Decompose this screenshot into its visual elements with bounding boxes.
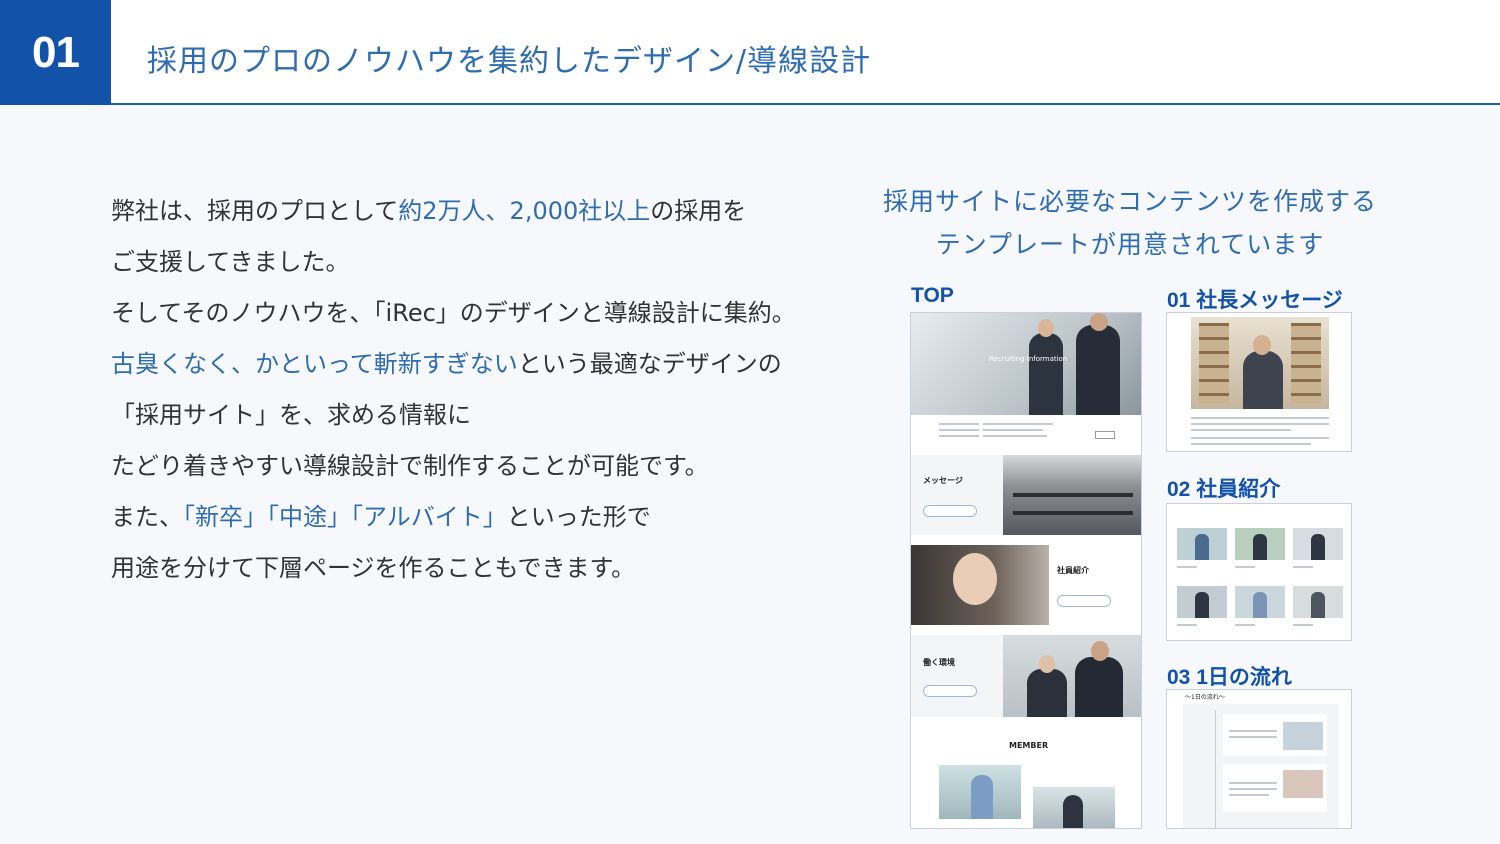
mock-flow-title: ～1日の流れ～ [1185, 694, 1225, 701]
body-line: たどり着きやすい導線設計で制作することが可能です。 [111, 441, 851, 492]
body-line: 「採用サイト」を、求める情報に [111, 390, 851, 441]
highlight-text: 約2万人、2,000社以上 [398, 197, 651, 225]
body-line: また、「新卒」「中途」「アルバイト」といった形で [111, 492, 851, 543]
daily-flow-page-screenshot: ～1日の流れ～ [1166, 689, 1352, 829]
body-text-run: たどり着きやすい導線設計で制作することが可能です。 [111, 452, 709, 480]
section-3-label: 03 1日の流れ [1167, 666, 1292, 689]
president-photo [1191, 317, 1329, 409]
staff-photo [911, 545, 1049, 625]
template-heading-line-2: テンプレートが用意されています [935, 230, 1325, 259]
office-photo [1003, 455, 1141, 535]
section-1-label: 01 社長メッセージ [1167, 289, 1343, 312]
hero-photo: Recruiting Information [911, 313, 1141, 415]
body-text-run: の採用を [650, 197, 747, 225]
body-text-run: という最適なデザインの [517, 350, 782, 378]
mock-message: メッセージ [923, 476, 963, 485]
body-line: 古臭くなく、かといって斬新すぎないという最適なデザインの [111, 339, 851, 390]
section-number: 01 [0, 0, 111, 105]
environment-photo [1003, 635, 1141, 717]
section-2-label: 02 社員紹介 [1167, 478, 1281, 501]
body-line: 弊社は、採用のプロとして約2万人、2,000社以上の採用を [111, 186, 851, 237]
member-photo-2 [1033, 787, 1115, 828]
body-text: 弊社は、採用のプロとして約2万人、2,000社以上の採用をご支援してきました。そ… [111, 186, 851, 594]
mock-environment: 働く環境 [923, 658, 955, 667]
template-heading-line-1: 採用サイトに必要なコンテンツを作成する [882, 187, 1377, 216]
highlight-text: 「新卒」「中途」「アルバイト」 [183, 503, 507, 531]
body-text-run: 「採用サイト」を、求める情報に [111, 401, 471, 429]
mock-staff: 社員紹介 [1057, 566, 1089, 575]
body-text-run: 用途を分けて下層ページを作ることもできます。 [111, 554, 636, 582]
member-photo-1 [939, 765, 1021, 819]
mock-member: MEMBER [1009, 741, 1049, 750]
top-label: TOP [911, 284, 954, 307]
page-title: 採用のプロのノウハウを集約したデザイン/導線設計 [147, 44, 872, 79]
body-line: そしてそのノウハウを、「iRec」のデザインと導線設計に集約。 [111, 288, 851, 339]
body-text-run: ご支援してきました。 [111, 248, 350, 276]
highlight-text: 古臭くなく、かといって斬新すぎない [111, 350, 518, 378]
body-text-run: また、 [111, 503, 183, 531]
body-text-run: といった形で [506, 503, 651, 531]
body-line: 用途を分けて下層ページを作ることもできます。 [111, 543, 851, 594]
body-text-run: 弊社は、採用のプロとして [111, 197, 399, 225]
header-bar: 01 採用のプロのノウハウを集約したデザイン/導線設計 [0, 0, 1500, 105]
body-text-run: そしてそのノウハウを、「iRec」のデザインと導線設計に集約。 [111, 299, 796, 327]
template-heading: 採用サイトに必要なコンテンツを作成する テンプレートが用意されています [865, 180, 1395, 266]
hero-text: Recruiting Information [989, 355, 1068, 363]
staff-page-screenshot [1166, 503, 1352, 641]
top-page-screenshot: Recruiting Information メッセージ 社員紹介 働く環境 M… [910, 312, 1142, 829]
president-page-screenshot [1166, 312, 1352, 452]
body-line: ご支援してきました。 [111, 237, 851, 288]
